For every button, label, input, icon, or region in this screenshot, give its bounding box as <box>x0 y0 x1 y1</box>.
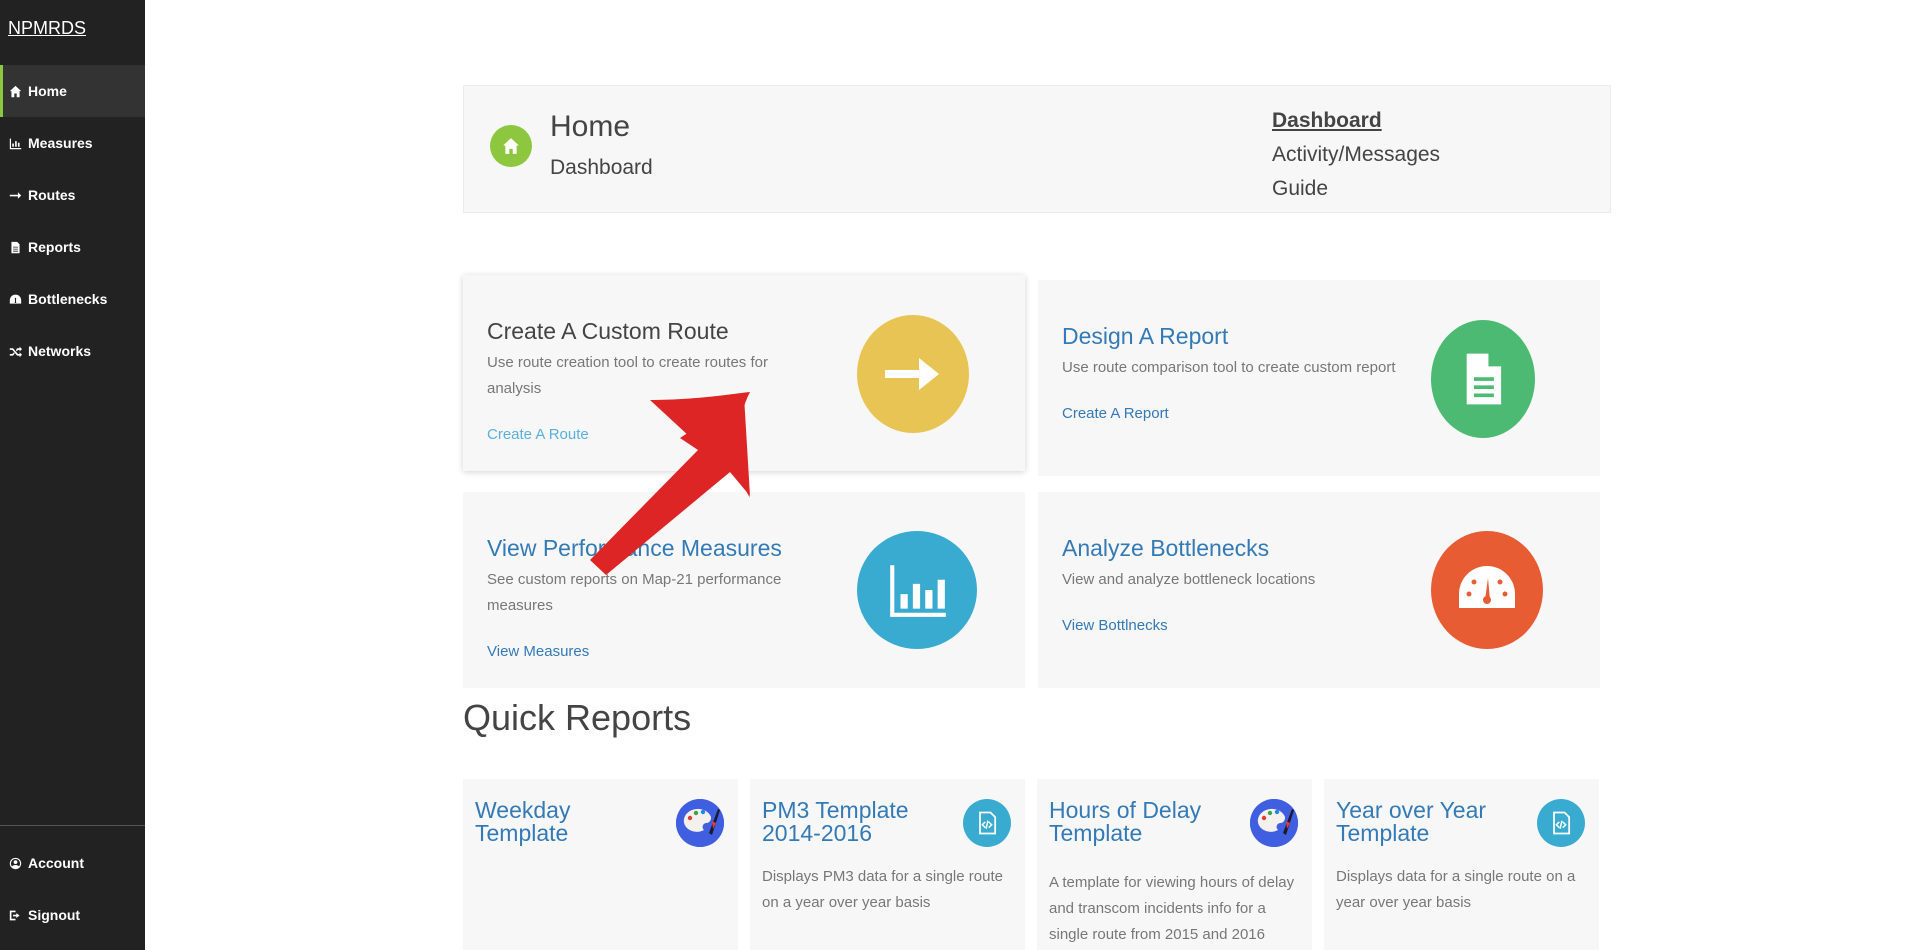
create-route-link[interactable]: Create A Route <box>487 426 589 443</box>
home-icon <box>490 125 532 167</box>
header-links: Dashboard Activity/Messages Guide <box>1272 109 1592 211</box>
create-report-link[interactable]: Create A Report <box>1062 405 1169 422</box>
card-description: View and analyze bottleneck locations <box>1062 571 1316 588</box>
dashboard-icon <box>1431 531 1543 649</box>
quick-report-description: A template for viewing hours of delay an… <box>1049 874 1295 943</box>
sidebar-item-label: Home <box>28 83 67 99</box>
sidebar-item-account[interactable]: Account <box>0 837 145 889</box>
arrow-right-icon <box>8 188 22 202</box>
card-description: Use route comparison tool to create cust… <box>1062 359 1396 376</box>
quick-report-card[interactable]: Hours of Delay Template A template for v… <box>1037 779 1312 950</box>
quick-reports-heading: Quick Reports <box>463 697 692 738</box>
sidebar-item-label: Measures <box>28 135 93 151</box>
sidebar-item-label: Bottlenecks <box>28 291 108 307</box>
header-link-dashboard[interactable]: Dashboard <box>1272 109 1382 133</box>
view-bottlenecks-link[interactable]: View Bottlnecks <box>1062 617 1168 634</box>
sidebar-item-signout[interactable]: Signout <box>0 889 145 941</box>
bar-chart-icon <box>857 531 977 649</box>
quick-report-card[interactable]: Weekday Template <box>463 779 738 950</box>
sidebar-divider <box>0 825 145 826</box>
sidebar-nav: Home Measures Routes Reports Bottlenecks… <box>0 65 145 377</box>
sign-out-icon <box>8 908 22 922</box>
page-header: Home Dashboard Dashboard Activity/Message… <box>463 85 1611 213</box>
random-icon <box>8 344 22 358</box>
card-performance-measures: View Performance Measures See custom rep… <box>463 492 1025 688</box>
card-title: Design A Report <box>1062 323 1229 349</box>
card-title: Create A Custom Route <box>487 318 729 344</box>
quick-report-description: Displays data for a single route on a ye… <box>1336 868 1576 911</box>
sidebar-item-reports[interactable]: Reports <box>0 221 145 273</box>
arrow-right-icon <box>857 315 969 433</box>
card-create-route: Create A Custom Route Use route creation… <box>463 275 1025 471</box>
view-measures-link[interactable]: View Measures <box>487 643 589 660</box>
user-circle-icon <box>8 856 22 870</box>
quick-report-title[interactable]: PM3 Template 2014-2016 <box>762 799 942 845</box>
quick-report-title[interactable]: Year over Year Template <box>1336 799 1516 845</box>
card-description: Use route creation tool to create routes… <box>487 354 768 397</box>
sidebar-item-home[interactable]: Home <box>0 65 145 117</box>
sidebar-item-bottlenecks[interactable]: Bottlenecks <box>0 273 145 325</box>
header-link-guide[interactable]: Guide <box>1272 177 1328 201</box>
home-icon <box>8 84 22 98</box>
file-icon <box>8 240 22 254</box>
page-title: Home <box>550 110 631 143</box>
header-link-activity-messages[interactable]: Activity/Messages <box>1272 143 1440 167</box>
page-subtitle: Dashboard <box>550 156 653 179</box>
palette-icon <box>1250 799 1298 847</box>
quick-report-title[interactable]: Hours of Delay Template <box>1049 799 1229 845</box>
card-analyze-bottlenecks: Analyze Bottlenecks View and analyze bot… <box>1038 492 1600 688</box>
card-title: Analyze Bottlenecks <box>1062 535 1270 561</box>
code-file-icon <box>1537 799 1585 847</box>
card-design-report: Design A Report Use route comparison too… <box>1038 280 1600 476</box>
bar-chart-icon <box>8 136 22 150</box>
quick-report-title[interactable]: Weekday Template <box>475 799 655 845</box>
palette-icon <box>676 799 724 847</box>
sidebar-item-label: Account <box>28 855 84 871</box>
sidebar-item-networks[interactable]: Networks <box>0 325 145 377</box>
sidebar-item-label: Routes <box>28 187 76 203</box>
quick-report-description: Displays PM3 data for a single route on … <box>762 868 1003 911</box>
file-text-icon <box>1431 320 1535 438</box>
code-file-icon <box>963 799 1011 847</box>
sidebar-item-label: Networks <box>28 343 92 359</box>
sidebar-item-label: Signout <box>28 907 81 923</box>
sidebar-bottom-nav: Account Signout <box>0 837 145 941</box>
quick-report-card[interactable]: Year over Year Template Displays data fo… <box>1324 779 1599 950</box>
sidebar-item-routes[interactable]: Routes <box>0 169 145 221</box>
sidebar: NPMRDS Home Measures Routes Reports Bott… <box>0 0 145 950</box>
quick-report-card[interactable]: PM3 Template 2014-2016 Displays PM3 data… <box>750 779 1025 950</box>
card-title: View Performance Measures <box>487 535 782 561</box>
brand-link[interactable]: NPMRDS <box>8 18 86 39</box>
card-description: See custom reports on Map-21 performance… <box>487 571 782 614</box>
dashboard-icon <box>8 292 22 306</box>
sidebar-item-measures[interactable]: Measures <box>0 117 145 169</box>
sidebar-item-label: Reports <box>28 239 81 255</box>
